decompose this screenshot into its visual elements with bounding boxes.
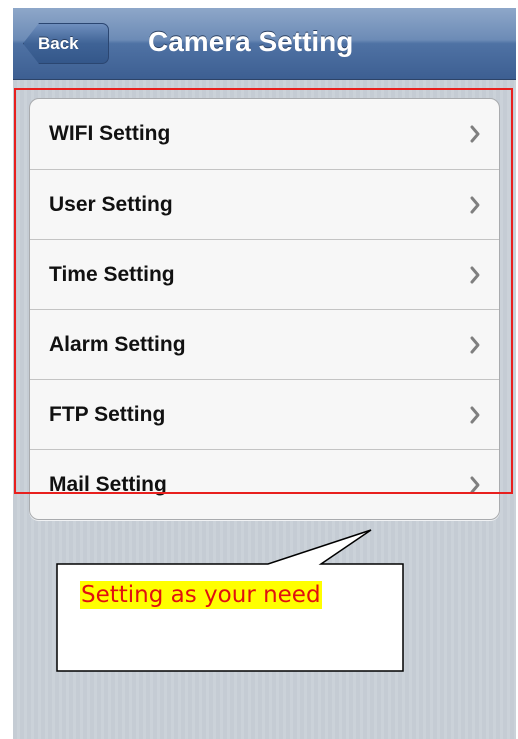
highlight-box: [14, 88, 513, 494]
callout-text: Setting as your need: [80, 581, 322, 609]
navigation-bar: Back Camera Setting: [13, 8, 516, 80]
page-title: Camera Setting: [148, 26, 354, 57]
back-button[interactable]: Back: [23, 23, 109, 64]
